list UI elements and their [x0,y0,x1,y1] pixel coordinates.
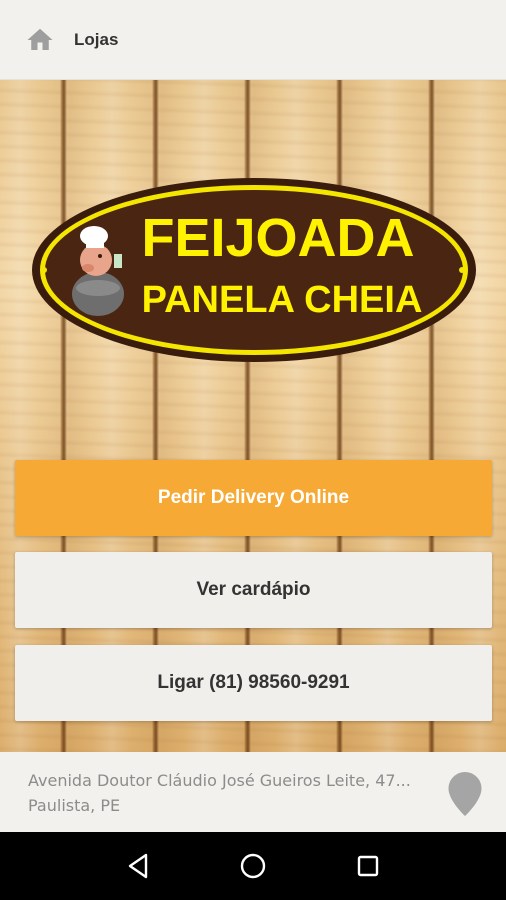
menu-button[interactable]: Ver cardápio [15,552,492,628]
location-pin-icon[interactable] [448,772,482,816]
nav-recents-button[interactable] [348,846,388,886]
menu-button-label: Ver cardápio [196,579,311,600]
delivery-button-label: Pedir Delivery Online [157,487,350,508]
system-nav-bar [0,832,506,900]
delivery-button[interactable]: Pedir Delivery Online [15,460,492,536]
nav-home-button[interactable] [233,846,273,886]
page-title: Lojas [74,29,119,49]
address-city: Paulista, PE [28,796,121,815]
address-street: Avenida Doutor Cláudio José Gueiros Leit… [28,771,411,790]
home-circle-icon [240,853,266,879]
home-button[interactable] [20,20,60,60]
back-triangle-icon [128,853,147,879]
app-bar: Lojas [0,0,506,80]
call-button[interactable]: Ligar (81) 98560-9291 [15,645,492,721]
recents-square-icon [358,855,379,877]
logo-line1: FEIJOADA [141,208,414,268]
nav-back-button[interactable] [118,846,158,886]
address-bar[interactable]: Avenida Doutor Cláudio José Gueiros Leit… [0,752,506,832]
call-button-label: Ligar (81) 98560-9291 [157,672,350,693]
logo-line2: PANELA CHEIA [142,279,423,321]
home-icon [27,28,53,50]
store-logo: FEIJOADA PANELA CHEIA [30,176,478,364]
